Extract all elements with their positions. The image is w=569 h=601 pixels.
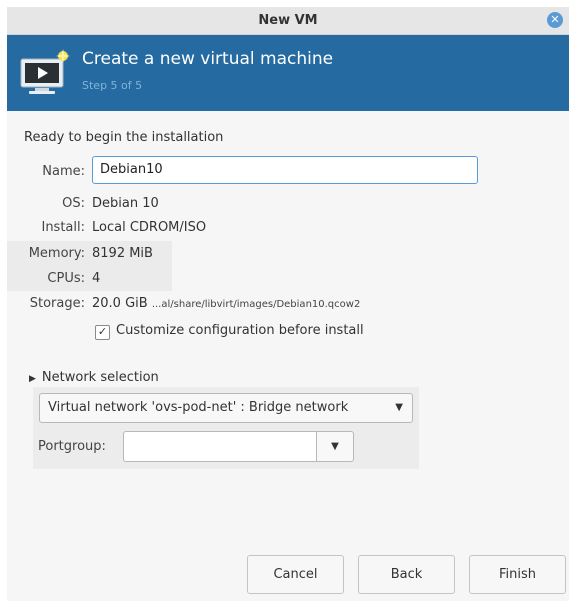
storage-path: ...al/share/libvirt/images/Debian10.qcow…	[151, 299, 361, 310]
portgroup-input[interactable]	[123, 431, 317, 462]
customize-checkbox-label[interactable]: Customize configuration before install	[116, 323, 364, 338]
header-banner: Create a new virtual machine Step 5 of 5	[7, 35, 569, 111]
network-source-value: Virtual network 'ovs-pod-net' : Bridge n…	[48, 400, 349, 415]
storage-value: 20.0 GiB ...al/share/libvirt/images/Debi…	[92, 296, 360, 311]
window-title: New VM	[258, 13, 318, 28]
cpus-label: CPUs:	[47, 271, 85, 286]
storage-label: Storage:	[29, 296, 85, 311]
install-value: Local CDROM/ISO	[92, 220, 207, 235]
step-indicator: Step 5 of 5	[82, 79, 143, 92]
storage-size: 20.0 GiB	[92, 296, 148, 311]
memory-value: 8192 MiB	[92, 246, 153, 261]
network-source-dropdown[interactable]: Virtual network 'ovs-pod-net' : Bridge n…	[39, 393, 413, 423]
close-icon[interactable]: ✕	[547, 12, 563, 28]
chevron-down-icon: ▼	[331, 441, 339, 452]
title-bar: New VM ✕	[7, 7, 569, 35]
memory-label: Memory:	[28, 246, 85, 261]
network-selection-expander[interactable]: ▶ Network selection	[29, 370, 159, 385]
os-label: OS:	[62, 196, 85, 211]
customize-checkbox[interactable]: ✓	[95, 325, 110, 340]
ready-heading: Ready to begin the installation	[24, 130, 224, 145]
install-label: Install:	[41, 220, 85, 235]
name-label: Name:	[42, 164, 85, 179]
finish-button[interactable]: Finish	[469, 555, 566, 594]
name-field[interactable]: Debian10	[92, 156, 478, 184]
vm-create-icon	[20, 49, 70, 94]
new-vm-window: New VM ✕ Create a new virtual machine St…	[7, 7, 569, 601]
portgroup-label: Portgroup:	[38, 439, 106, 454]
cancel-button[interactable]: Cancel	[247, 555, 344, 594]
network-selection-label: Network selection	[41, 370, 159, 385]
cpus-value: 4	[92, 271, 101, 286]
portgroup-dropdown-button[interactable]: ▼	[316, 431, 354, 462]
os-value: Debian 10	[92, 196, 159, 211]
expander-arrow-icon: ▶	[29, 374, 36, 384]
banner-heading: Create a new virtual machine	[82, 49, 334, 69]
back-button[interactable]: Back	[358, 555, 455, 594]
chevron-down-icon: ▼	[395, 402, 403, 413]
